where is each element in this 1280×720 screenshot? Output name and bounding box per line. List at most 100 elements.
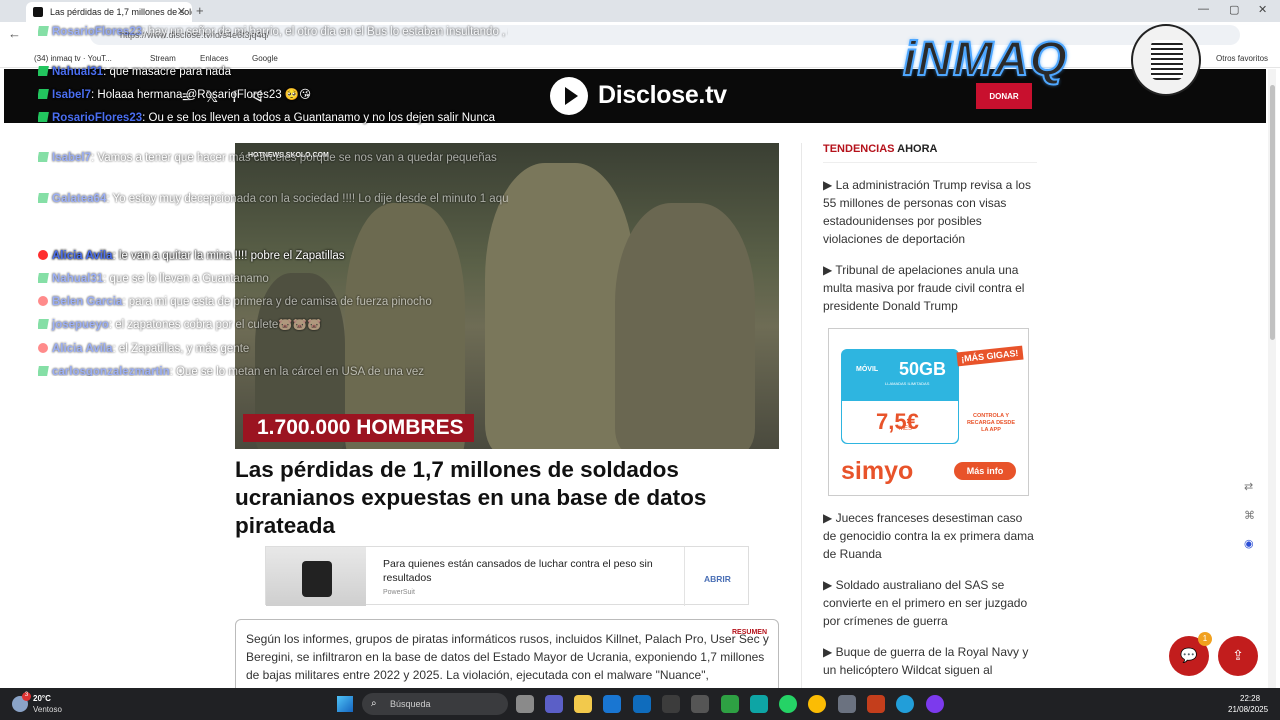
chat-message: carlosgonzalezmartin: Que se lo metan en… <box>38 364 498 376</box>
tab-close-icon[interactable]: ✕ <box>177 5 186 18</box>
chat-user: Galatea64 <box>52 193 107 205</box>
maximize-button[interactable]: ▢ <box>1229 3 1239 16</box>
app-icon[interactable] <box>721 695 739 713</box>
chat-text: : Ou e se los lleven a todos a Guantanam… <box>142 112 495 124</box>
chat-user: josepueyo <box>52 319 109 331</box>
ad-card[interactable]: Para quienes están cansados de luchar co… <box>265 546 749 606</box>
chat-message: Nahual31: que masacre para nada <box>38 64 498 81</box>
command-icon[interactable]: ⌘ <box>1244 509 1255 522</box>
tab-title: Las pérdidas de 1,7 millones de sold <box>50 7 192 17</box>
trend-item[interactable]: ▶ Buque de guerra de la Royal Navy y un … <box>823 643 1037 679</box>
ad-brand: PowerSuit <box>383 589 415 596</box>
chat-user: Nahual31 <box>52 273 104 285</box>
kick-icon <box>38 89 49 99</box>
ad-open-button[interactable]: ABRIR <box>704 574 731 584</box>
simyo-calls: LLAMADAS ILIMITADAS <box>885 381 930 386</box>
chat-message: Belen Garcia: para mi que esta de primer… <box>38 294 498 311</box>
ad-image <box>266 547 366 606</box>
trend-item[interactable]: ▶ La administración Trump revisa a los 5… <box>823 176 1037 248</box>
file-explorer-icon[interactable] <box>574 695 592 713</box>
stream-logo: iNMAQ <box>902 24 1203 98</box>
windows-taskbar: 3 20°C Ventoso ⌕ Búsqueda 22:28 21/08/20… <box>0 688 1280 720</box>
taskbar-search[interactable]: ⌕ Búsqueda <box>362 693 508 715</box>
back-arrow-icon[interactable]: ← <box>8 26 21 41</box>
simyo-logo: simyo <box>841 457 914 485</box>
trending-title: TENDENCIAS AHORA <box>823 143 938 155</box>
trend-item[interactable]: ▶ Soldado australiano del SAS se convier… <box>823 576 1037 630</box>
chat-message: Nahual31: que se lo lleven a Guantanamo <box>38 271 498 288</box>
assistant-icon[interactable]: ◉ <box>1244 537 1254 550</box>
chat-user: Alicia Avila <box>52 343 113 355</box>
chat-user: Isabel7 <box>52 152 91 164</box>
youtube-icon <box>38 296 48 306</box>
bookmark-other[interactable]: Otros favoritos <box>1216 54 1268 63</box>
kick-icon <box>38 193 49 203</box>
simyo-per-month: MES <box>899 426 913 432</box>
soldier-figure <box>615 203 755 449</box>
search-icon: ⌕ <box>371 698 377 709</box>
task-view-icon[interactable] <box>516 695 534 713</box>
youtube-icon <box>38 250 48 260</box>
new-tab-button[interactable]: + <box>196 3 204 18</box>
trend-item[interactable]: ▶ Jueces franceses desestiman caso de ge… <box>823 509 1037 563</box>
chat-message: Alicia Avila: el Zapatillas, y más gente <box>38 341 498 358</box>
app-icon[interactable] <box>838 695 856 713</box>
telegram-icon[interactable] <box>896 695 914 713</box>
chat-text: : el zapatones cobra por el culete🐷🐷🐷 <box>108 319 322 331</box>
chat-text: : que masacre para nada <box>103 66 231 78</box>
close-window-button[interactable]: ✕ <box>1258 3 1267 16</box>
mail-icon[interactable] <box>603 695 621 713</box>
trending-underline <box>823 162 1037 163</box>
chat-message: RosarioFlores23: hay un señor de mi barr… <box>38 24 508 41</box>
simyo-extra-badge: ¡MÁS GIGAS! <box>956 345 1024 367</box>
stream-logo-text: iNMAQ <box>902 32 1068 87</box>
chat-fab-badge: 1 <box>1198 632 1212 646</box>
kick-icon <box>38 319 49 329</box>
powerpoint-icon[interactable] <box>867 695 885 713</box>
chat-user: Nahual31 <box>52 66 104 78</box>
share-fab-button[interactable]: ⇪ <box>1218 636 1258 676</box>
outlook-icon[interactable] <box>633 695 651 713</box>
site-logo-text: Disclose.tv <box>598 81 727 109</box>
simyo-ad[interactable]: MÓVIL 50GB LLAMADAS ILIMITADAS 7,5€ MES … <box>828 328 1029 496</box>
weather-description: Ventoso <box>33 705 62 714</box>
chat-message: Galatea64: Yo estoy muy decepcionada con… <box>38 191 508 208</box>
obs-icon[interactable] <box>926 695 944 713</box>
summary-text: Según los informes, grupos de piratas in… <box>246 632 769 682</box>
translate-icon[interactable]: ⇄ <box>1244 480 1253 493</box>
trend-item[interactable]: ▶ Tribunal de apelaciones anula una mult… <box>823 261 1037 315</box>
edge-icon[interactable] <box>750 695 768 713</box>
minimize-button[interactable]: — <box>1198 3 1209 15</box>
content-divider <box>801 143 802 688</box>
play-logo-icon <box>550 77 588 115</box>
simyo-price: 7,5€ <box>876 409 919 434</box>
chat-message: Alicia Avila: le van a quitar la mina !!… <box>38 248 498 265</box>
chrome-icon[interactable] <box>808 695 826 713</box>
taskbar-search-placeholder: Búsqueda <box>390 699 431 709</box>
kick-icon <box>38 152 49 162</box>
simyo-more-info-button[interactable]: Más info <box>954 462 1016 480</box>
chat-text: : Holaaa hermana @RosarioFlores23 🥺😘 <box>91 89 312 101</box>
chat-user: Isabel7 <box>52 89 91 101</box>
kick-icon <box>38 112 49 122</box>
chat-text: : le van a quitar la mina !!!! pobre el … <box>112 250 345 262</box>
chat-user: RosarioFlores23 <box>52 112 143 124</box>
teams-icon[interactable] <box>545 695 563 713</box>
chat-user: carlosgonzalezmartin <box>52 366 170 376</box>
chat-text: : hay un señor de mi barrio, el otro dia… <box>142 26 508 38</box>
simyo-control-text: CONTROLA Y RECARGA DESDE LA APP <box>966 413 1016 433</box>
clock-time: 22:28 <box>1240 694 1261 703</box>
simyo-gb: 50GB <box>899 359 947 379</box>
whatsapp-icon[interactable] <box>779 695 797 713</box>
kick-icon <box>38 366 49 376</box>
chat-text: : que se lo lleven a Guantanamo <box>103 273 269 285</box>
chat-text: : para mi que esta de primera y de camis… <box>122 296 432 308</box>
settings-icon[interactable] <box>662 695 680 713</box>
simyo-offer-card: MÓVIL 50GB LLAMADAS ILIMITADAS 7,5€ MES <box>841 349 959 444</box>
chat-user: RosarioFlores23 <box>52 26 143 38</box>
app-icon[interactable] <box>691 695 709 713</box>
youtube-icon <box>38 343 48 353</box>
windows-start-icon[interactable] <box>337 696 353 712</box>
browser-tab[interactable]: Las pérdidas de 1,7 millones de sold ✕ <box>26 2 192 22</box>
scrollbar-thumb[interactable] <box>1270 85 1275 340</box>
